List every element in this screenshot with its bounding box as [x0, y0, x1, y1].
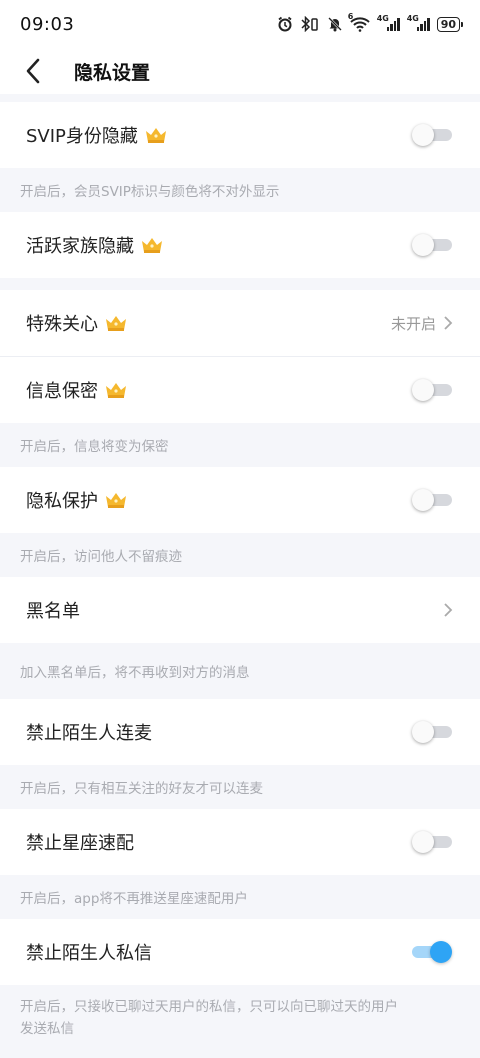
- signal-icon-1: 4G: [376, 14, 400, 31]
- back-arrow-icon[interactable]: [18, 56, 48, 86]
- no-star-match-toggle[interactable]: [412, 831, 452, 853]
- chevron-right-icon: [444, 603, 453, 617]
- hint-text: 开启后，app将不再推送星座速配用户: [0, 875, 480, 919]
- status-bar: 09:03 6 4G 4G 90: [0, 0, 480, 48]
- info-secret-toggle[interactable]: [412, 379, 452, 401]
- svip-hide-toggle[interactable]: [412, 124, 452, 146]
- row-no-stranger-msg: 禁止陌生人私信: [0, 919, 480, 985]
- nav-bar: 隐私设置: [0, 48, 480, 94]
- signal-icon-2: 4G: [406, 14, 430, 31]
- crown-icon: [106, 316, 126, 331]
- wifi-label: 6: [347, 12, 354, 21]
- row-info-secret: 信息保密: [0, 357, 480, 423]
- chevron-right-icon: [444, 316, 453, 330]
- crown-icon: [106, 383, 126, 398]
- page-title: 隐私设置: [74, 61, 151, 84]
- privacy-protect-toggle[interactable]: [412, 489, 452, 511]
- row-no-stranger-mic: 禁止陌生人连麦: [0, 699, 480, 765]
- section-gap: [0, 278, 480, 290]
- hint-text: 开启后，只有相互关注的好友才可以连麦: [0, 765, 480, 809]
- wifi-icon: 6: [348, 12, 370, 32]
- section-gap: [0, 94, 480, 102]
- hint-text: 开启后，会员SVIP标识与颜色将不对外显示: [0, 168, 480, 212]
- row-label: 黑名单: [26, 601, 80, 622]
- status-time: 09:03: [20, 13, 75, 35]
- family-hide-toggle[interactable]: [412, 234, 452, 256]
- crown-icon: [106, 493, 126, 508]
- row-label: 禁止陌生人连麦: [26, 723, 152, 744]
- row-family-hide: 活跃家族隐藏: [0, 212, 480, 278]
- network-label-2: 4G: [406, 14, 419, 23]
- row-label: 特殊关心: [26, 314, 98, 335]
- crown-icon: [142, 238, 162, 253]
- mute-bell-icon: [327, 16, 343, 32]
- bluetooth-vibrate-icon: [300, 16, 320, 32]
- no-stranger-msg-toggle[interactable]: [412, 941, 452, 963]
- row-label: 禁止星座速配: [26, 833, 134, 854]
- row-label: SVIP身份隐藏: [26, 126, 138, 147]
- crown-icon: [145, 128, 166, 143]
- special-care-value: 未开启: [390, 314, 436, 333]
- row-blacklist[interactable]: 黑名单: [0, 577, 480, 643]
- row-no-star-match: 禁止星座速配: [0, 809, 480, 875]
- row-label: 隐私保护: [26, 491, 98, 512]
- row-svip-hide: SVIP身份隐藏: [0, 102, 480, 168]
- hint-text: 开启后，访问他人不留痕迹: [0, 533, 480, 577]
- row-special-care[interactable]: 特殊关心 未开启: [0, 290, 480, 356]
- row-label: 活跃家族隐藏: [26, 236, 134, 257]
- hint-text: 加入黑名单后，将不再收到对方的消息: [0, 643, 480, 699]
- hint-line: 开启后，只接收已聊过天用户的私信，只可以向已聊过天的用户: [20, 998, 398, 1015]
- alarm-icon: [277, 16, 293, 32]
- no-stranger-mic-toggle[interactable]: [412, 721, 452, 743]
- hint-text: 开启后，信息将变为保密: [0, 423, 480, 467]
- network-label-1: 4G: [376, 14, 389, 23]
- hint-text-multiline: 开启后，只接收已聊过天用户的私信，只可以向已聊过天的用户 发送私信: [0, 985, 480, 1049]
- row-privacy-protect: 隐私保护: [0, 467, 480, 533]
- battery-level: 90: [440, 17, 456, 31]
- row-label: 禁止陌生人私信: [26, 943, 152, 964]
- battery-icon: 90: [436, 16, 464, 32]
- hint-line: 发送私信: [20, 1020, 74, 1037]
- status-icons: 6 4G 4G 90: [277, 12, 464, 32]
- row-label: 信息保密: [26, 381, 98, 402]
